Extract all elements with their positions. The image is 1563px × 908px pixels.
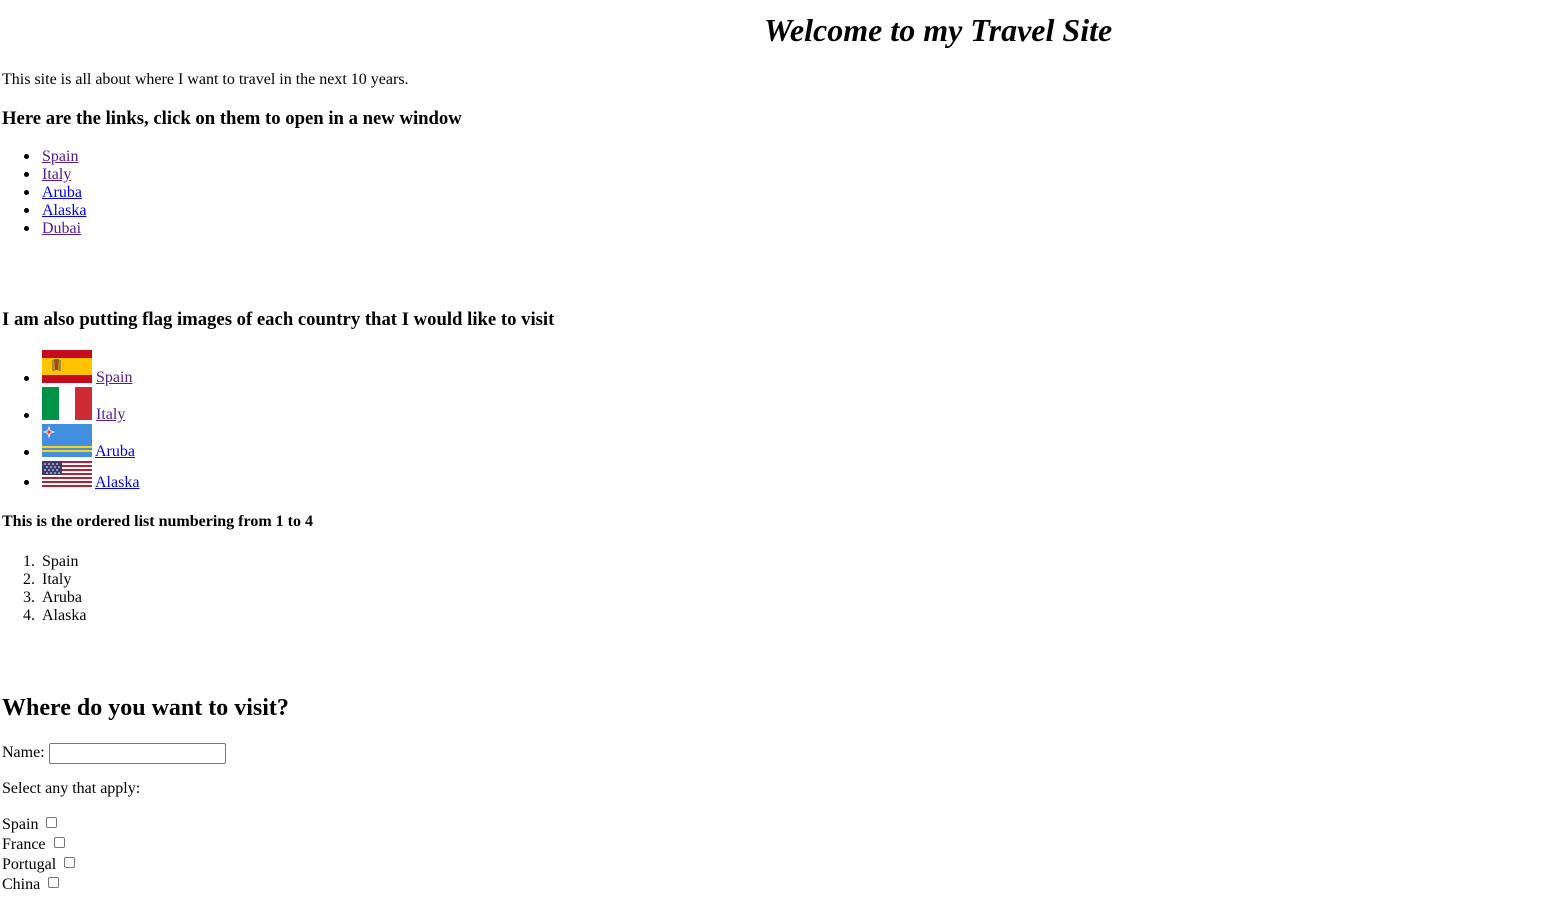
bullet bbox=[24, 376, 29, 381]
list-item: Alaska bbox=[0, 461, 200, 492]
link-alaska[interactable]: Alaska bbox=[42, 202, 86, 220]
link-italy[interactable]: Italy bbox=[42, 166, 71, 184]
flag-link-aruba[interactable]: Aruba bbox=[95, 443, 135, 461]
name-label: Name: bbox=[2, 744, 45, 761]
italy-flag-icon[interactable] bbox=[42, 387, 92, 420]
bullet bbox=[24, 450, 29, 455]
option-label-china: China bbox=[2, 876, 41, 893]
bullet bbox=[24, 190, 29, 195]
bullet bbox=[24, 172, 29, 177]
list-number: 4. bbox=[23, 607, 35, 624]
option-label-portugal: Portugal bbox=[2, 856, 57, 873]
bullet bbox=[24, 226, 29, 231]
link-dubai[interactable]: Dubai bbox=[42, 220, 81, 238]
list-item: Spain bbox=[0, 350, 200, 387]
bullet bbox=[24, 413, 29, 418]
aruba-flag-icon[interactable] bbox=[42, 424, 92, 457]
name-input[interactable] bbox=[49, 743, 226, 764]
list-item-label: Italy bbox=[42, 571, 72, 588]
list-item-label: Spain bbox=[42, 553, 79, 570]
flag-link-alaska[interactable]: Alaska bbox=[95, 474, 139, 492]
link-aruba[interactable]: Aruba bbox=[42, 184, 82, 202]
ordered-list-heading: This is the ordered list numbering from … bbox=[2, 513, 313, 530]
spain-flag-icon[interactable] bbox=[42, 350, 92, 383]
flag-link-italy[interactable]: Italy bbox=[96, 406, 125, 424]
checkbox-portugal[interactable] bbox=[64, 857, 75, 868]
option-label-france: France bbox=[2, 836, 46, 853]
intro-text: This site is all about where I want to t… bbox=[2, 71, 409, 88]
checkbox-france[interactable] bbox=[54, 837, 65, 848]
list-item: Aruba bbox=[0, 424, 200, 461]
list-number: 1. bbox=[23, 553, 35, 570]
select-prompt: Select any that apply: bbox=[2, 780, 141, 797]
links-heading: Here are the links, click on them to ope… bbox=[2, 108, 462, 129]
flag-link-spain[interactable]: Spain bbox=[96, 369, 132, 387]
option-label-spain: Spain bbox=[2, 816, 39, 833]
list-item: Italy bbox=[0, 387, 200, 424]
bullet bbox=[24, 208, 29, 213]
list-item-label: Aruba bbox=[42, 589, 82, 606]
page-title: Welcome to my Travel Site bbox=[763, 12, 1113, 48]
link-spain[interactable]: Spain bbox=[42, 148, 78, 166]
list-item-label: Alaska bbox=[42, 607, 87, 624]
usa-flag-icon[interactable] bbox=[42, 461, 92, 488]
form-heading: Where do you want to visit? bbox=[2, 695, 289, 721]
list-number: 3. bbox=[23, 589, 35, 606]
flags-heading: I am also putting flag images of each co… bbox=[2, 309, 555, 330]
bullet bbox=[24, 154, 29, 159]
checkbox-china[interactable] bbox=[48, 877, 59, 888]
checkbox-spain[interactable] bbox=[46, 817, 57, 828]
bullet bbox=[24, 480, 29, 485]
list-number: 2. bbox=[23, 571, 35, 588]
